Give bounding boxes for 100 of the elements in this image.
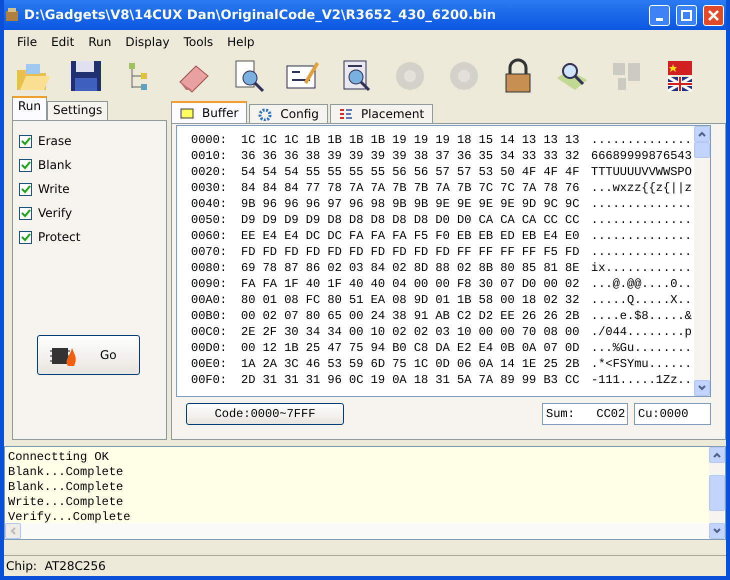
close-button[interactable] xyxy=(703,4,724,26)
maximize-button[interactable] xyxy=(676,4,697,26)
ascii-text: ...@.@@....0.. xyxy=(591,276,692,292)
log-line: Blank...Complete xyxy=(8,465,124,480)
hex-bytes: FD FD FD FD FD FD FD FD FD FD FF FF FF FF F5 FD xyxy=(241,244,580,260)
hex-bytes: 54 54 54 55 55 55 55 56 56 57 57 53 50 4F 4F 4F xyxy=(241,164,580,180)
address-text: 0060: xyxy=(191,228,228,244)
address-text: 00D0: xyxy=(191,340,228,356)
menu-item[interactable]: Run xyxy=(81,33,118,51)
log-line: Verify...Complete xyxy=(8,510,132,525)
scroll-down-button[interactable] xyxy=(694,380,710,396)
hex-bytes: 00 12 1B 25 47 75 94 B0 C8 DA E2 E4 0B 0A 07 0D xyxy=(241,340,580,356)
ascii-text: ./044........p xyxy=(591,324,692,340)
checkbox-label: Blank xyxy=(38,158,72,172)
address-text: 0040: xyxy=(191,196,228,212)
tab[interactable]: Config xyxy=(249,104,328,123)
close-icon xyxy=(708,10,719,20)
checkbox[interactable] xyxy=(19,206,32,220)
menu-item[interactable]: Edit xyxy=(44,33,82,51)
tab[interactable]: Settings xyxy=(47,101,108,120)
ascii-text: .*<FSYmu...... xyxy=(591,356,692,372)
address-text: 0050: xyxy=(191,212,228,228)
app-icon xyxy=(4,7,20,23)
address-text: 00B0: xyxy=(191,308,228,324)
hex-bytes: 1C 1C 1C 1B 1B 1B 1B 19 19 19 18 15 14 13 13 13 xyxy=(241,132,580,148)
chevron-down-icon xyxy=(713,528,721,534)
ascii-text: .....Q.....X.. xyxy=(591,292,692,308)
hex-bytes: 2E 2F 30 34 34 00 10 02 02 03 10 00 00 70 08 00 xyxy=(241,324,580,340)
ascii-text: ....e.$8.....& xyxy=(591,308,692,324)
tab-icon xyxy=(338,108,353,120)
log-line: Write...Complete xyxy=(8,495,124,510)
scroll-up-button[interactable] xyxy=(694,126,710,142)
address-text: 00A0: xyxy=(191,292,228,308)
chevron-down-icon xyxy=(698,385,706,391)
ascii-text: ...%Gu........ xyxy=(591,340,692,356)
checkbox[interactable] xyxy=(19,134,32,148)
hex-bytes: EE E4 E4 DC DC FA FA FA F5 F0 EB EB ED EB E4 E0 xyxy=(241,228,580,244)
chevron-up-icon xyxy=(698,131,706,137)
address-text: 0080: xyxy=(191,260,228,276)
checkbox-label: Erase xyxy=(38,134,72,148)
go-button[interactable]: Go xyxy=(37,335,140,375)
scroll-up-button[interactable] xyxy=(709,447,725,463)
cu-field: Cu:0000 xyxy=(634,403,711,425)
tab[interactable]: Placement xyxy=(330,104,434,123)
ascii-text: .............. xyxy=(591,196,692,212)
code-range-button[interactable]: Code:0000~7FFF xyxy=(186,403,344,425)
scroll-down-button[interactable] xyxy=(709,523,725,539)
scroll-thumb[interactable] xyxy=(709,475,725,511)
hex-bytes: 69 78 87 86 02 03 84 02 8D 88 02 8B 80 85 81 8E xyxy=(241,260,580,276)
address-text: 00F0: xyxy=(191,372,228,388)
chevron-left-icon xyxy=(10,527,16,535)
window-title: D:\Gadgets\V8\14CUX Dan\OriginalCode_V2\R3652_430_6200.bin xyxy=(24,8,498,22)
tab-icon xyxy=(180,106,194,120)
hex-bytes: 36 36 36 38 39 39 39 39 38 37 36 35 34 33 33 32 xyxy=(241,148,580,164)
minimize-icon xyxy=(656,18,663,20)
ascii-text: 66689999876543 xyxy=(591,148,692,164)
address-text: 0010: xyxy=(191,148,228,164)
menu-item[interactable]: File xyxy=(10,33,44,51)
scroll-thumb[interactable] xyxy=(694,142,710,158)
checkbox[interactable] xyxy=(19,230,32,244)
hex-bytes: 1A 2A 3C 46 53 59 6D 75 1C 0D 06 0A 14 1E 25 2B xyxy=(241,356,580,372)
tab[interactable]: Buffer xyxy=(171,101,248,123)
address-text: 00E0: xyxy=(191,356,228,372)
checkbox[interactable] xyxy=(19,182,32,196)
checkbox-label: Verify xyxy=(38,206,72,220)
ascii-text: -111.....1Zz.. xyxy=(591,372,692,388)
ascii-text: .............. xyxy=(591,212,692,228)
menu-item[interactable]: Help xyxy=(220,33,262,51)
ascii-text: TTTUUUUVVWWSPO xyxy=(591,164,692,180)
checkbox[interactable] xyxy=(19,158,32,172)
menu-item[interactable]: Display xyxy=(118,33,177,51)
hex-bytes: 9B 96 96 96 97 96 98 9B 9B 9E 9E 9E 9E 9D 9C 9C xyxy=(241,196,580,212)
log-line: Blank...Complete xyxy=(8,480,124,495)
hex-bytes: D9 D9 D9 D9 D8 D8 D8 D8 D8 D0 D0 CA CA CA CC CC xyxy=(241,212,580,228)
minimize-button[interactable] xyxy=(649,4,670,26)
chevron-up-icon xyxy=(713,452,721,458)
address-text: 00C0: xyxy=(191,324,228,340)
hex-bytes: 80 01 08 FC 80 51 EA 08 9D 01 1B 58 00 18 02 32 xyxy=(241,292,580,308)
tab[interactable]: Run xyxy=(12,96,48,120)
address-text: 0090: xyxy=(191,276,228,292)
ascii-text: ix............ xyxy=(591,260,692,276)
checksum-field: Sum: CC02 xyxy=(542,403,628,425)
hex-bytes: 00 02 07 80 65 00 24 38 91 AB C2 D2 EE 26 26 2B xyxy=(241,308,580,324)
checkbox-label: Write xyxy=(38,182,70,196)
tab-icon xyxy=(258,108,272,120)
address-text: 0030: xyxy=(191,180,228,196)
log-line: Connectting OK xyxy=(8,450,110,465)
maximize-icon xyxy=(681,10,692,20)
hex-bytes: 84 84 84 77 78 7A 7A 7B 7B 7A 7B 7C 7C 7A 78 76 xyxy=(241,180,580,196)
address-text: 0000: xyxy=(191,132,228,148)
ascii-text: ...wxzz{{z{||z xyxy=(591,180,692,196)
menu-item[interactable]: Tools xyxy=(176,33,220,51)
ascii-text: .............. xyxy=(591,244,692,260)
address-text: 0070: xyxy=(191,244,228,260)
hex-bytes: 2D 31 31 31 96 0C 19 0A 18 31 5A 7A 89 99 B3 CC xyxy=(241,372,580,388)
hex-bytes: FA FA 1F 40 1F 40 40 04 00 00 F8 30 07 D0 00 02 xyxy=(241,276,580,292)
address-text: 0020: xyxy=(191,164,228,180)
ascii-text: .............. xyxy=(591,228,692,244)
checkbox-label: Protect xyxy=(38,230,80,244)
ascii-text: .............. xyxy=(591,132,692,148)
